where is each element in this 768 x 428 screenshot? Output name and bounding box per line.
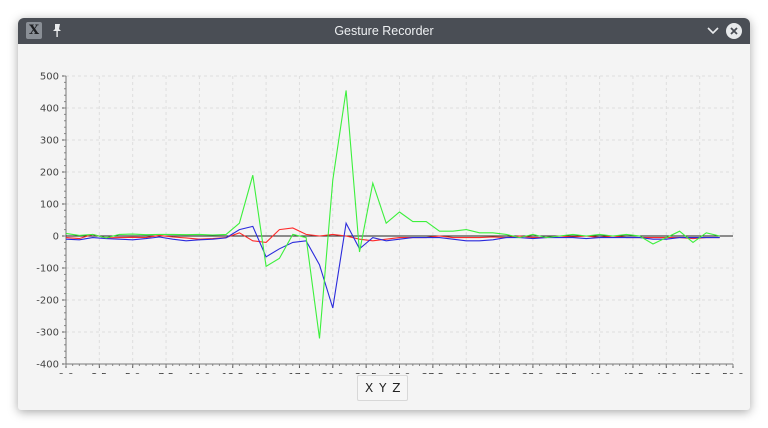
x-tick-label: 30.0 — [455, 372, 477, 374]
x-tick-label: 25.0 — [388, 372, 410, 374]
accelerometer-chart: 0.0 2.5 5.0 7.5 10.0 12.5 15.0 17.5 20.0 22.5 25.0… — [36, 72, 744, 375]
close-icon[interactable] — [726, 23, 742, 39]
legend-item-x[interactable]: X — [365, 381, 373, 395]
x-tick-label: 42.5 — [622, 372, 644, 374]
window-title: Gesture Recorder — [334, 24, 434, 38]
chevron-down-icon[interactable] — [706, 24, 720, 38]
x-tick-label: 37.5 — [555, 372, 577, 374]
legend-item-z[interactable]: Z — [392, 381, 400, 395]
x-tick-label: 50.0 — [722, 372, 744, 374]
y-tick-label: 400 — [40, 104, 59, 115]
app-window: X Gesture Recorder 0.0 2.5 5.0 7.5 10.0 12.5 1… — [18, 18, 750, 410]
x-tick-label: 10.0 — [188, 372, 210, 374]
x-tick-label: 2.5 — [91, 372, 107, 374]
x-tick-label: 22.5 — [355, 372, 377, 374]
y-tick-label: -100 — [36, 264, 59, 275]
x-tick-label: 40.0 — [588, 372, 610, 374]
y-tick-label: -400 — [36, 360, 59, 371]
x-tick-label: 17.5 — [288, 372, 310, 374]
x-tick-label: 27.5 — [422, 372, 444, 374]
y-tick-label: -200 — [36, 296, 59, 307]
x-tick-label: 45.0 — [655, 372, 677, 374]
x-tick-label: 12.5 — [222, 372, 244, 374]
x-tick-label: 35.0 — [522, 372, 544, 374]
y-tick-label: 500 — [40, 72, 59, 83]
x-tick-label: 0.0 — [58, 372, 74, 374]
x-tick-label: 32.5 — [488, 372, 510, 374]
legend[interactable]: X Y Z — [357, 375, 409, 401]
title-bar[interactable]: X Gesture Recorder — [18, 18, 750, 44]
x-tick-label: 20.0 — [322, 372, 344, 374]
y-tick-label: 100 — [40, 200, 59, 211]
x-tick-label: 47.5 — [689, 372, 711, 374]
y-tick-label: -300 — [36, 328, 59, 339]
x-tick-label: 15.0 — [255, 372, 277, 374]
x-tick-label: 5.0 — [125, 372, 141, 374]
legend-item-y[interactable]: Y — [379, 381, 386, 395]
y-axis-ticks: 500 400 300 200 100 0 -100 -200 -300 -400 — [36, 72, 59, 371]
x-axis-ticks: 0.0 2.5 5.0 7.5 10.0 12.5 15.0 17.5 20.0 22.5 25.0… — [58, 372, 744, 374]
x-tick-label: 7.5 — [158, 372, 174, 374]
y-tick-label: 200 — [40, 168, 59, 179]
y-tick-label: 300 — [40, 136, 59, 147]
y-tick-label: 0 — [53, 232, 59, 243]
